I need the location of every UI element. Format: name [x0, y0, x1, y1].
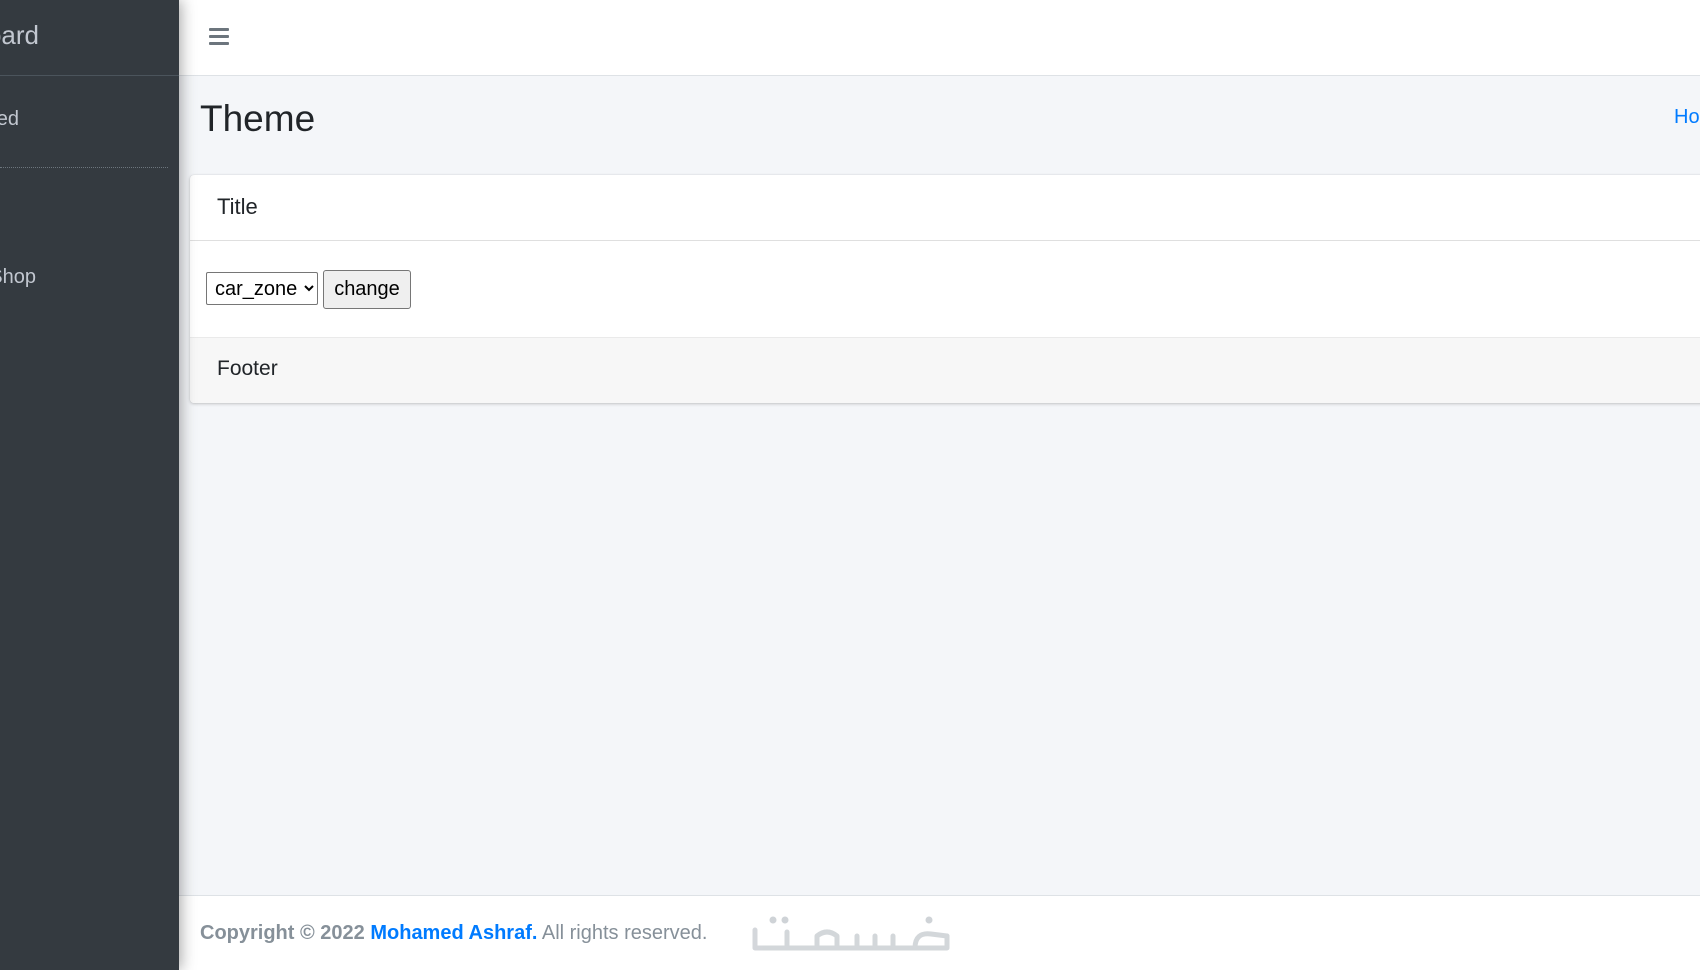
- top-navbar: [179, 0, 1700, 76]
- hamburger-icon[interactable]: [209, 24, 233, 48]
- card-title: Title: [217, 194, 258, 219]
- page-title: Theme: [200, 98, 316, 139]
- author-link[interactable]: Mohamed Ashraf.: [370, 922, 537, 944]
- card-header: Title: [190, 175, 1700, 241]
- main-sidebar: AdminLTE Dashboard Mohamed Ashraf Hamed …: [0, 0, 179, 970]
- card-body: car_zone change: [190, 241, 1700, 337]
- khamsat-watermark-logo: [752, 916, 950, 951]
- card-footer: Footer: [190, 337, 1700, 403]
- copyright-suffix: All rights reserved.: [537, 922, 708, 944]
- copyright-prefix: Copyright © 2022: [200, 922, 371, 944]
- theme-select[interactable]: car_zone: [206, 272, 318, 305]
- main-footer: Copyright © 2022 Mohamed Ashraf. All rig…: [179, 895, 1700, 970]
- card-footer-text: Footer: [217, 357, 278, 380]
- user-panel[interactable]: Mohamed Ashraf Hamed: [0, 76, 168, 168]
- brand-text: AdminLTE Dashboard: [0, 20, 39, 50]
- user-name: Mohamed Ashraf Hamed: [0, 108, 19, 130]
- sidebar-item-label: Online Shop: [0, 266, 36, 288]
- app-root: AdminLTE Dashboard Mohamed Ashraf Hamed …: [0, 0, 1700, 970]
- sidebar-item-online-shop[interactable]: Online Shop: [0, 264, 179, 296]
- copyright-text: Copyright © 2022 Mohamed Ashraf. All rig…: [200, 922, 707, 945]
- brand-link[interactable]: AdminLTE Dashboard: [0, 0, 179, 76]
- change-button[interactable]: change: [323, 270, 411, 309]
- content-wrapper: Theme Home Title car_zone change Footer: [179, 76, 1700, 895]
- breadcrumb-home-link[interactable]: Home: [1674, 106, 1700, 129]
- theme-card: Title car_zone change Footer: [190, 175, 1700, 403]
